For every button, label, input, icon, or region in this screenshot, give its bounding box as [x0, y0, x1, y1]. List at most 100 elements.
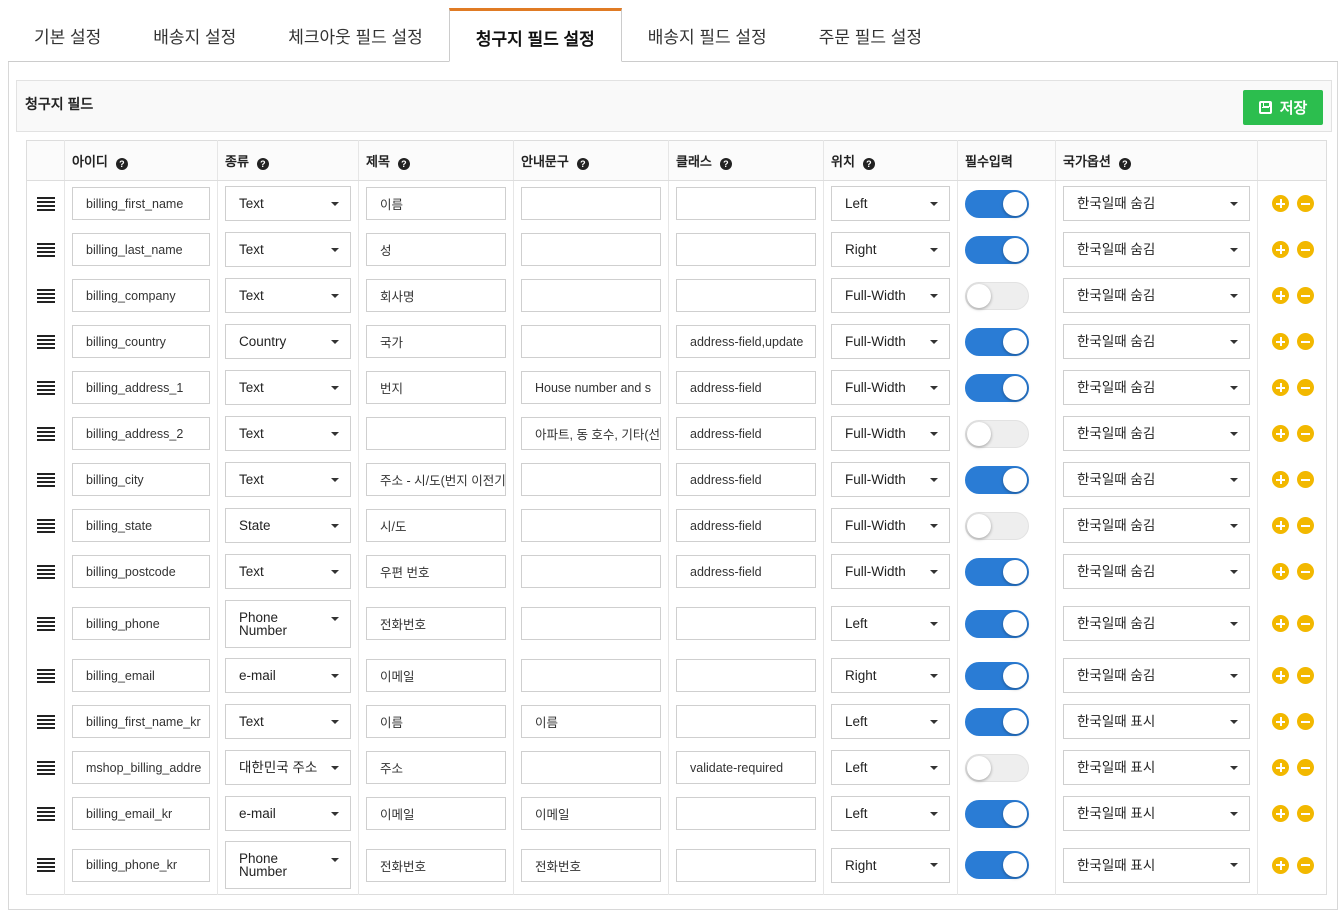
- field-title-input[interactable]: 번지: [366, 371, 506, 404]
- field-title-input[interactable]: 시/도: [366, 509, 506, 542]
- required-toggle[interactable]: [965, 799, 1029, 828]
- required-toggle[interactable]: [965, 373, 1029, 402]
- field-position-select[interactable]: Left: [831, 750, 950, 785]
- field-class-input[interactable]: [676, 187, 816, 221]
- field-title-input[interactable]: [366, 417, 506, 450]
- field-class-input[interactable]: [676, 607, 816, 640]
- field-type-select[interactable]: Text: [225, 186, 351, 222]
- field-type-select[interactable]: Phone Number: [225, 841, 351, 890]
- field-position-select[interactable]: Full-Width: [831, 462, 950, 497]
- minus-circle-icon[interactable]: [1297, 856, 1314, 874]
- minus-circle-icon[interactable]: [1297, 287, 1314, 304]
- field-placeholder-input[interactable]: [521, 463, 661, 496]
- plus-circle-icon[interactable]: [1272, 615, 1289, 632]
- required-toggle[interactable]: [965, 281, 1029, 310]
- field-id-input[interactable]: billing_company: [72, 279, 210, 312]
- country-option-select[interactable]: 한국일때 숨김: [1063, 658, 1250, 693]
- field-id-input[interactable]: billing_state: [72, 509, 210, 542]
- required-toggle[interactable]: [965, 707, 1029, 736]
- field-type-select[interactable]: e-mail: [225, 658, 351, 693]
- question-circle-icon[interactable]: ?: [115, 158, 128, 170]
- field-position-select[interactable]: Left: [831, 606, 950, 641]
- field-id-input[interactable]: billing_postcode: [72, 555, 210, 588]
- field-title-input[interactable]: 회사명: [366, 279, 506, 312]
- minus-circle-icon[interactable]: [1297, 563, 1314, 580]
- drag-handle-icon[interactable]: [36, 242, 55, 257]
- field-placeholder-input[interactable]: [521, 325, 661, 358]
- field-placeholder-input[interactable]: 아파트, 동 호수, 기타(선: [521, 417, 661, 450]
- country-option-select[interactable]: 한국일때 숨김: [1063, 186, 1250, 222]
- required-toggle[interactable]: [965, 419, 1029, 448]
- required-toggle[interactable]: [965, 609, 1029, 638]
- field-class-input[interactable]: address-field: [676, 509, 816, 542]
- country-option-select[interactable]: 한국일때 표시: [1063, 704, 1250, 739]
- field-position-select[interactable]: Left: [831, 796, 950, 831]
- country-option-select[interactable]: 한국일때 숨김: [1063, 370, 1250, 405]
- minus-circle-icon[interactable]: [1297, 667, 1314, 684]
- field-id-input[interactable]: billing_phone_kr: [72, 848, 210, 882]
- field-placeholder-input[interactable]: [521, 187, 661, 221]
- field-title-input[interactable]: 이름: [366, 705, 506, 738]
- country-option-select[interactable]: 한국일때 숨김: [1063, 606, 1250, 641]
- minus-circle-icon[interactable]: [1297, 805, 1314, 822]
- drag-handle-icon[interactable]: [36, 806, 55, 821]
- field-position-select[interactable]: Full-Width: [831, 508, 950, 543]
- field-id-input[interactable]: billing_country: [72, 325, 210, 358]
- plus-circle-icon[interactable]: [1272, 805, 1289, 822]
- field-type-select[interactable]: Text: [225, 370, 351, 405]
- drag-handle-icon[interactable]: [36, 668, 55, 683]
- field-position-select[interactable]: Full-Width: [831, 370, 950, 405]
- plus-circle-icon[interactable]: [1272, 425, 1289, 442]
- field-title-input[interactable]: 전화번호: [366, 848, 506, 882]
- field-type-select[interactable]: 대한민국 주소: [225, 750, 351, 785]
- field-position-select[interactable]: Right: [831, 232, 950, 267]
- required-toggle[interactable]: [965, 753, 1029, 782]
- field-class-input[interactable]: address-field: [676, 555, 816, 588]
- field-placeholder-input[interactable]: [521, 607, 661, 640]
- question-circle-icon[interactable]: ?: [719, 158, 732, 170]
- field-position-select[interactable]: Left: [831, 704, 950, 739]
- drag-handle-icon[interactable]: [36, 616, 55, 631]
- plus-circle-icon[interactable]: [1272, 713, 1289, 730]
- field-id-input[interactable]: billing_first_name_kr: [72, 705, 210, 738]
- country-option-select[interactable]: 한국일때 표시: [1063, 796, 1250, 831]
- minus-circle-icon[interactable]: [1297, 517, 1314, 534]
- field-type-select[interactable]: Country: [225, 324, 351, 359]
- drag-handle-icon[interactable]: [36, 714, 55, 729]
- minus-circle-icon[interactable]: [1297, 333, 1314, 350]
- field-title-input[interactable]: 주소: [366, 751, 506, 784]
- country-option-select[interactable]: 한국일때 숨김: [1063, 278, 1250, 313]
- required-toggle[interactable]: [965, 189, 1029, 218]
- field-placeholder-input[interactable]: [521, 279, 661, 312]
- required-toggle[interactable]: [965, 327, 1029, 356]
- drag-handle-icon[interactable]: [36, 196, 55, 211]
- field-type-select[interactable]: Text: [225, 704, 351, 739]
- plus-circle-icon[interactable]: [1272, 195, 1289, 213]
- required-toggle[interactable]: [965, 465, 1029, 494]
- field-class-input[interactable]: [676, 233, 816, 266]
- plus-circle-icon[interactable]: [1272, 759, 1289, 776]
- drag-handle-icon[interactable]: [36, 426, 55, 441]
- country-option-select[interactable]: 한국일때 표시: [1063, 750, 1250, 785]
- field-type-select[interactable]: Text: [225, 554, 351, 589]
- field-title-input[interactable]: 이메일: [366, 797, 506, 830]
- plus-circle-icon[interactable]: [1272, 241, 1289, 258]
- field-placeholder-input[interactable]: [521, 659, 661, 692]
- required-toggle[interactable]: [965, 235, 1029, 264]
- tab-4[interactable]: 배송지 필드 설정: [622, 8, 793, 62]
- field-type-select[interactable]: Phone Number: [225, 599, 351, 648]
- question-circle-icon[interactable]: ?: [862, 158, 875, 170]
- minus-circle-icon[interactable]: [1297, 195, 1314, 213]
- minus-circle-icon[interactable]: [1297, 713, 1314, 730]
- field-position-select[interactable]: Full-Width: [831, 554, 950, 589]
- country-option-select[interactable]: 한국일때 숨김: [1063, 462, 1250, 497]
- field-class-input[interactable]: [676, 705, 816, 738]
- country-option-select[interactable]: 한국일때 숨김: [1063, 324, 1250, 359]
- field-title-input[interactable]: 이메일: [366, 659, 506, 692]
- tab-0[interactable]: 기본 설정: [8, 8, 127, 62]
- tab-5[interactable]: 주문 필드 설정: [793, 8, 948, 62]
- drag-handle-icon[interactable]: [36, 760, 55, 775]
- field-title-input[interactable]: 주소 - 시/도(번지 이전기: [366, 463, 506, 496]
- drag-handle-icon[interactable]: [36, 518, 55, 533]
- country-option-select[interactable]: 한국일때 표시: [1063, 847, 1250, 883]
